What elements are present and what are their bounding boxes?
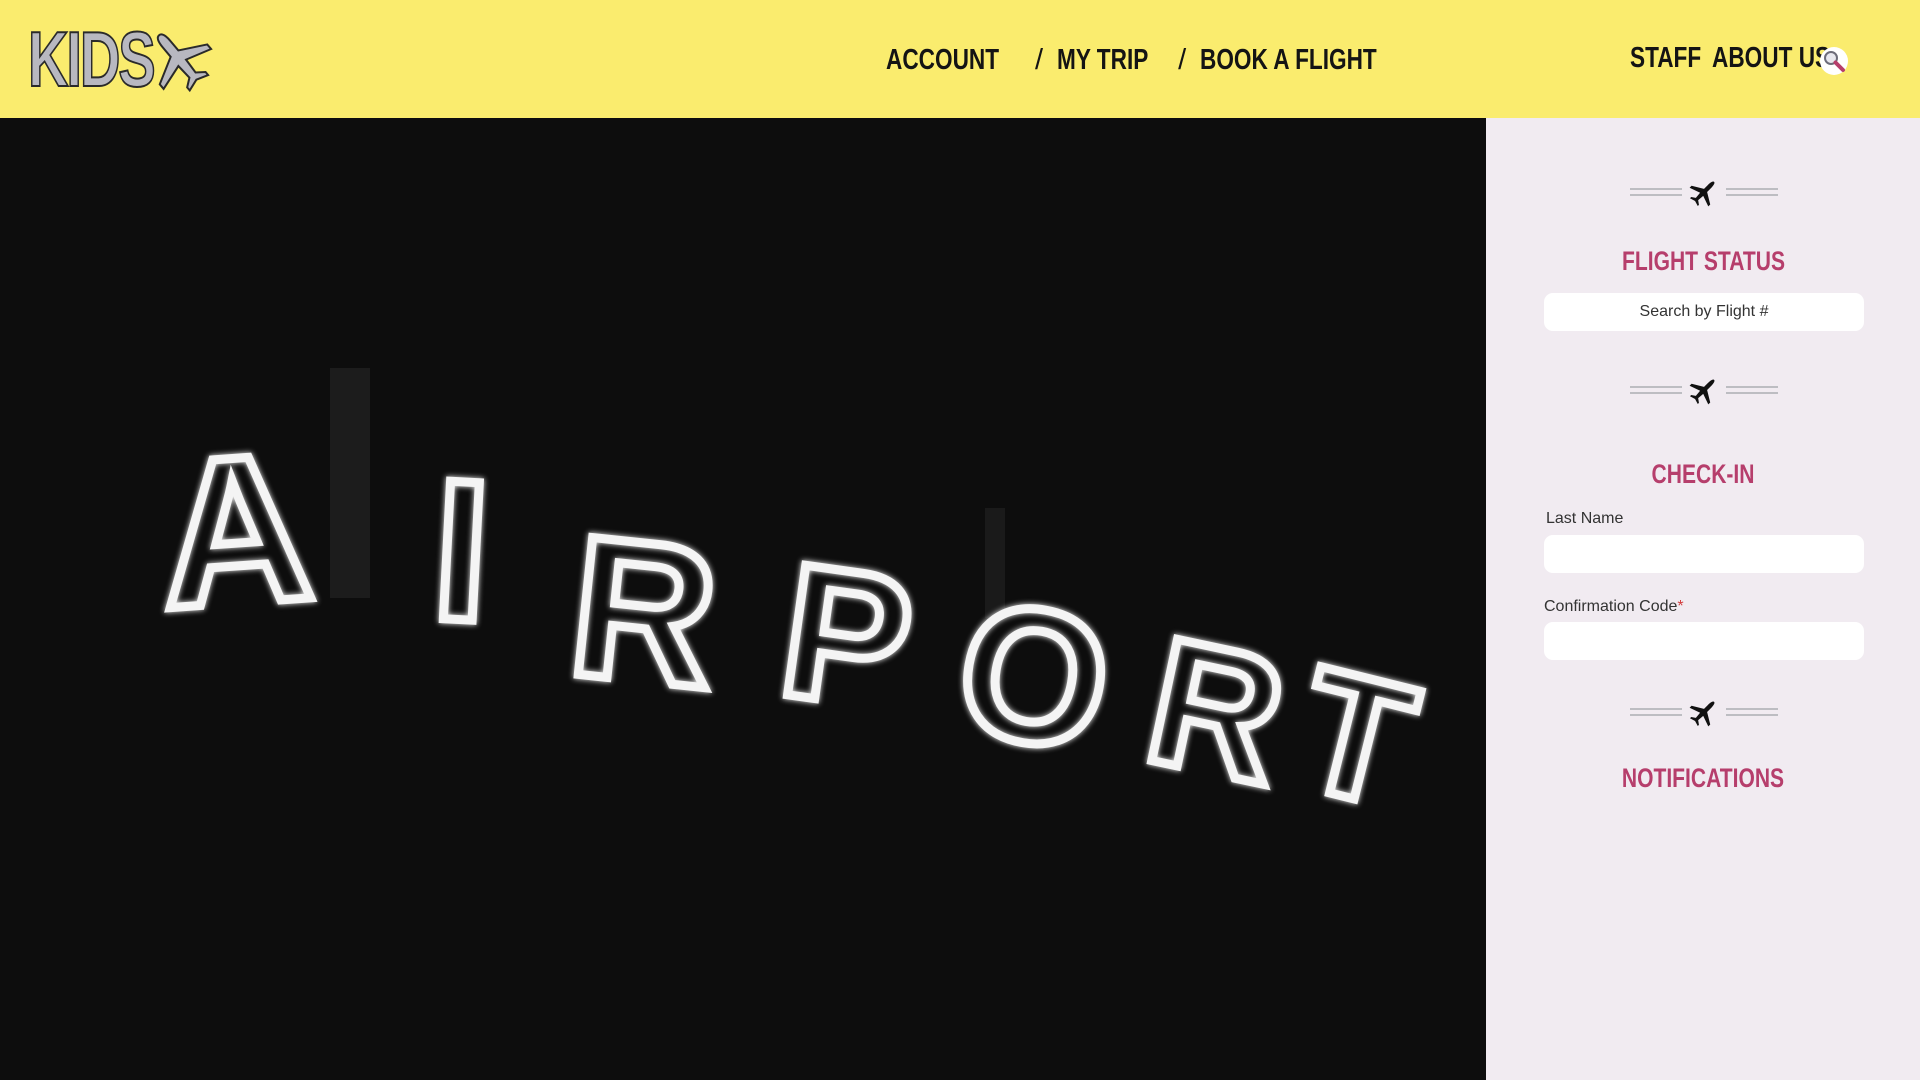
plane-divider-icon xyxy=(1630,181,1778,207)
sidebar-panel: FLIGHT STATUS CHECK-IN Last Name Confirm… xyxy=(1486,118,1920,1080)
sign-letter-o: O xyxy=(943,560,1125,794)
top-header: KIDS ACCOUNT / MY TRIP / BOOK A FLIGHT S… xyxy=(0,0,1920,118)
notifications-title: NOTIFICATIONS xyxy=(1621,763,1785,793)
last-name-input[interactable] xyxy=(1544,535,1864,573)
search-icon[interactable] xyxy=(1819,46,1849,76)
nav-account-link[interactable]: ACCOUNT xyxy=(886,44,999,77)
sign-letter-i: I xyxy=(428,438,495,664)
hero-airport-image: AIRPORT xyxy=(0,118,1486,1080)
plane-divider-icon xyxy=(1630,379,1778,405)
nav-staff-link[interactable]: STAFF xyxy=(1630,42,1701,82)
plane-divider-icon xyxy=(1630,701,1778,727)
nav-my-trip-link[interactable]: MY TRIP xyxy=(1057,44,1148,77)
sign-letter-t: T xyxy=(1281,631,1432,846)
required-asterisk: * xyxy=(1677,598,1684,615)
flight-number-search-input[interactable] xyxy=(1544,293,1864,331)
airplane-logo-icon xyxy=(156,33,213,93)
main-nav: ACCOUNT / MY TRIP / BOOK A FLIGHT xyxy=(886,40,1427,80)
sign-letter-a: A xyxy=(152,408,320,653)
nav-book-flight-link[interactable]: BOOK A FLIGHT xyxy=(1200,44,1377,77)
nav-separator: / xyxy=(1178,43,1187,76)
confirmation-code-label: Confirmation Code* xyxy=(1544,598,1684,616)
flight-status-title: FLIGHT STATUS xyxy=(1621,246,1785,276)
sign-letter-r: R xyxy=(561,494,728,731)
confirmation-code-label-text: Confirmation Code xyxy=(1544,598,1678,615)
nav-separator: / xyxy=(1035,43,1044,76)
nav-about-us-link[interactable]: ABOUT US xyxy=(1712,42,1830,82)
confirmation-code-input[interactable] xyxy=(1544,622,1864,660)
last-name-label: Last Name xyxy=(1546,510,1624,527)
sign-letter-p: P xyxy=(769,524,924,752)
kids-logo[interactable]: KIDS xyxy=(27,15,214,103)
sign-letter-r: R xyxy=(1132,600,1301,824)
check-in-title: CHECK-IN xyxy=(1651,459,1755,489)
airport-neon-sign: A I R P O RT xyxy=(147,368,1436,850)
logo-text: KIDS xyxy=(27,15,156,103)
